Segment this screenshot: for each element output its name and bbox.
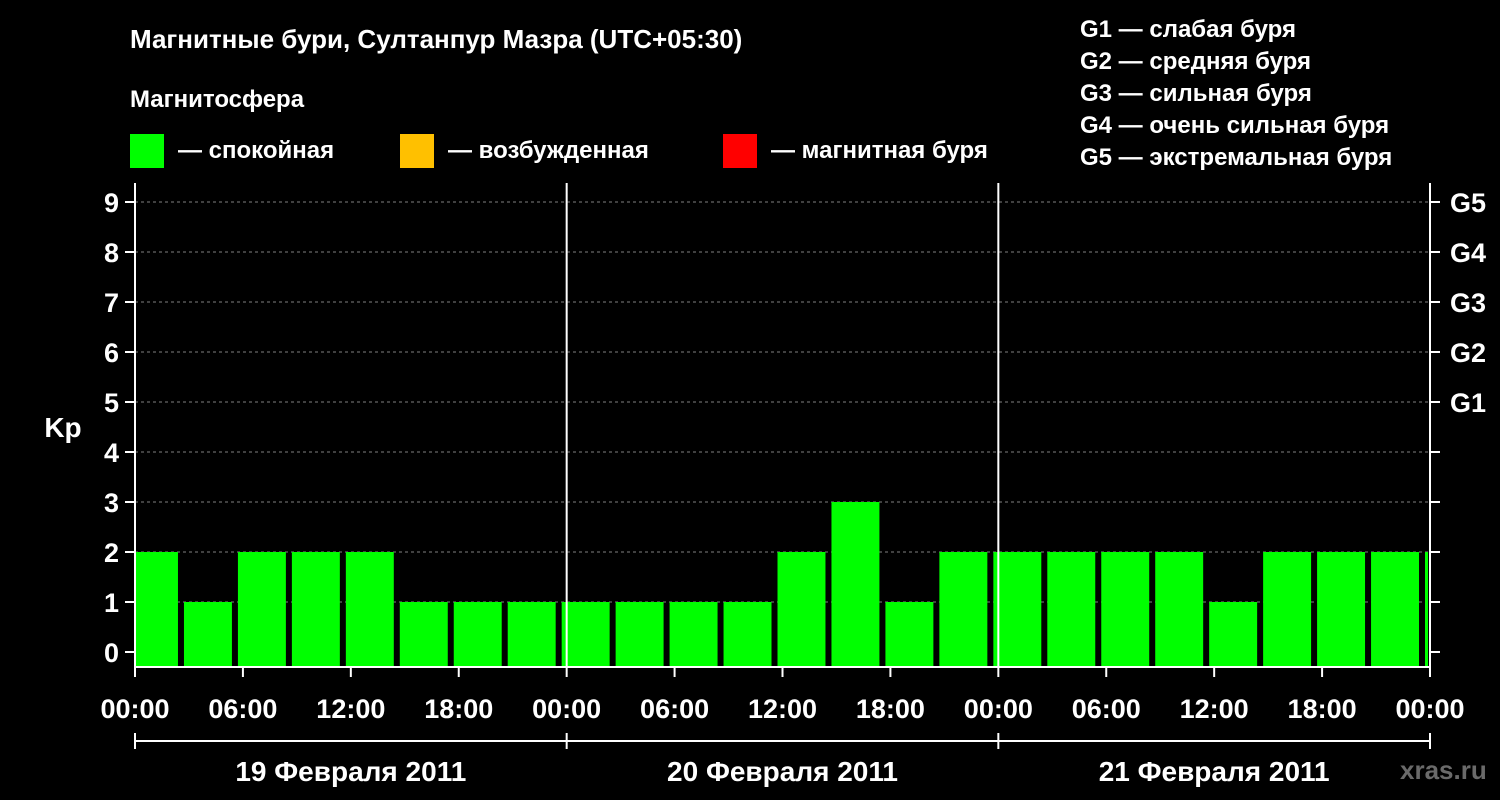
y-tick-label: 9 — [104, 188, 119, 218]
y-tick-label: 0 — [104, 638, 119, 668]
x-tick-label: 18:00 — [856, 694, 925, 724]
x-tick-label: 12:00 — [316, 694, 385, 724]
y-tick-label: 5 — [104, 388, 119, 418]
y-tick-label: 8 — [104, 238, 119, 268]
y-tick-label: 1 — [104, 588, 119, 618]
day-label: 20 Февраля 2011 — [667, 756, 898, 787]
g-level-label: G5 — [1450, 188, 1486, 218]
kp-bar — [1425, 552, 1428, 667]
kp-bar — [1317, 552, 1366, 667]
kp-bar — [885, 602, 934, 667]
kp-bar — [1101, 552, 1150, 667]
x-tick-label: 18:00 — [424, 694, 493, 724]
y-tick-label: 2 — [104, 538, 119, 568]
day-label: 21 Февраля 2011 — [1099, 756, 1330, 787]
kp-bar — [1155, 552, 1204, 667]
kp-bar — [183, 602, 232, 667]
x-tick-label: 06:00 — [208, 694, 277, 724]
g-level-label: G2 — [1450, 338, 1486, 368]
kp-bar — [939, 552, 988, 667]
x-tick-label: 00:00 — [964, 694, 1033, 724]
x-tick-label: 06:00 — [640, 694, 709, 724]
kp-bar — [831, 502, 880, 667]
grid-lines — [135, 201, 1430, 603]
y-tick-label: 6 — [104, 338, 119, 368]
bars — [136, 502, 1428, 667]
x-tick-label: 12:00 — [1180, 694, 1249, 724]
x-tick-label: 18:00 — [1288, 694, 1357, 724]
kp-bar — [993, 552, 1042, 667]
kp-bar — [1209, 602, 1258, 667]
kp-bar — [561, 602, 610, 667]
kp-bar — [723, 602, 772, 667]
day-label: 19 Февраля 2011 — [235, 756, 466, 787]
g-level-label: G3 — [1450, 288, 1486, 318]
kp-bar — [345, 552, 394, 667]
watermark: xras.ru — [1400, 755, 1487, 785]
x-tick-label: 12:00 — [748, 694, 817, 724]
kp-bar — [291, 552, 340, 667]
axes: 0 1 2 3 4 5 6 7 8 9 G1 G2 G3 G4 G5 00:00 06:00 12:00 18:00… — [100, 183, 1486, 787]
kp-bar — [615, 602, 664, 667]
kp-bar — [507, 602, 556, 667]
x-tick-label: 00:00 — [100, 694, 169, 724]
y-tick-label: 7 — [104, 288, 119, 318]
kp-bar — [1371, 552, 1420, 667]
kp-bar-chart: 0 1 2 3 4 5 6 7 8 9 G1 G2 G3 G4 G5 00:00 06:00 12:00 18:00… — [44, 183, 1486, 787]
x-tick-label: 06:00 — [1072, 694, 1141, 724]
kp-bar — [669, 602, 718, 667]
y-tick-label: 3 — [104, 488, 119, 518]
kp-bar — [399, 602, 448, 667]
x-tick-label: 00:00 — [1395, 694, 1464, 724]
kp-bar — [1047, 552, 1096, 667]
y-axis-label: Kp — [44, 412, 81, 443]
g-level-label: G4 — [1450, 238, 1486, 268]
kp-bar — [136, 552, 178, 667]
x-tick-label: 00:00 — [532, 694, 601, 724]
kp-bar — [777, 552, 826, 667]
g-level-label: G1 — [1450, 388, 1486, 418]
y-tick-label: 4 — [104, 438, 119, 468]
kp-bar — [453, 602, 502, 667]
kp-bar — [1263, 552, 1312, 667]
kp-bar — [237, 552, 286, 667]
